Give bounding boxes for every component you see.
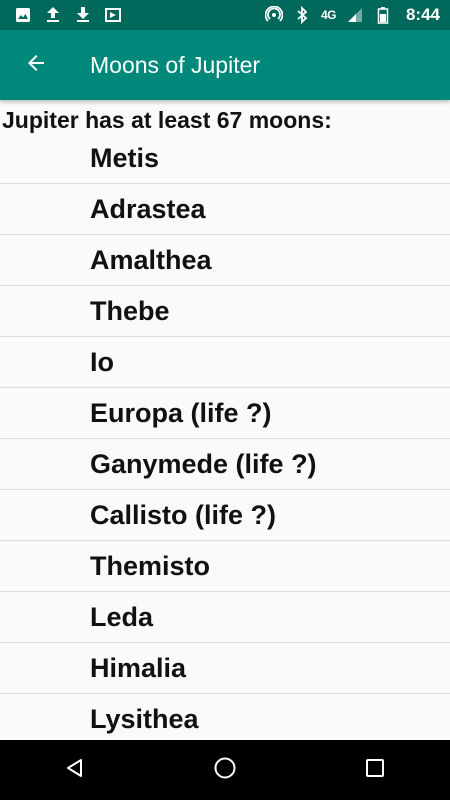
list-item[interactable]: Callisto (life ?) [0, 490, 450, 541]
list-item[interactable]: Themisto [0, 541, 450, 592]
system-icons: 4G 8:44 [264, 5, 450, 25]
back-button[interactable] [8, 37, 64, 93]
list-item[interactable]: Io [0, 337, 450, 388]
home-circle-icon [213, 756, 237, 785]
upload-icon [44, 6, 62, 24]
moon-list: Metis Adrastea Amalthea Thebe Io Europa … [0, 133, 450, 740]
status-bar: 4G 8:44 [0, 0, 450, 30]
arrow-back-icon [24, 51, 48, 80]
app-bar: Moons of Jupiter [0, 30, 450, 100]
back-triangle-icon [64, 757, 86, 784]
list-item[interactable]: Europa (life ?) [0, 388, 450, 439]
signal-icon [346, 6, 364, 24]
image-icon [14, 6, 32, 24]
clock: 8:44 [405, 5, 440, 24]
list-item[interactable]: Leda [0, 592, 450, 643]
battery-icon [374, 6, 392, 24]
list-item[interactable]: Thebe [0, 286, 450, 337]
list-item[interactable]: Himalia [0, 643, 450, 694]
list-item[interactable]: Ganymede (life ?) [0, 439, 450, 490]
system-nav-bar [0, 740, 450, 800]
hotspot-icon [264, 6, 283, 24]
nav-back-button[interactable] [45, 740, 105, 800]
page-title: Moons of Jupiter [90, 51, 261, 78]
moons-heading: Jupiter has at least 67 moons: [2, 107, 332, 133]
list-item[interactable]: Lysithea [0, 694, 450, 740]
main-content[interactable]: Jupiter has at least 67 moons: Metis Adr… [0, 100, 450, 740]
list-item[interactable]: Metis [0, 133, 450, 184]
nav-recents-button[interactable] [345, 740, 405, 800]
play-store-icon [104, 6, 122, 24]
recents-square-icon [364, 757, 386, 784]
network-type: 4G [320, 8, 337, 22]
nav-home-button[interactable] [195, 740, 255, 800]
bluetooth-icon [293, 6, 311, 24]
list-item[interactable]: Adrastea [0, 184, 450, 235]
notification-icons [0, 6, 122, 24]
download-icon [74, 6, 92, 24]
list-item[interactable]: Amalthea [0, 235, 450, 286]
